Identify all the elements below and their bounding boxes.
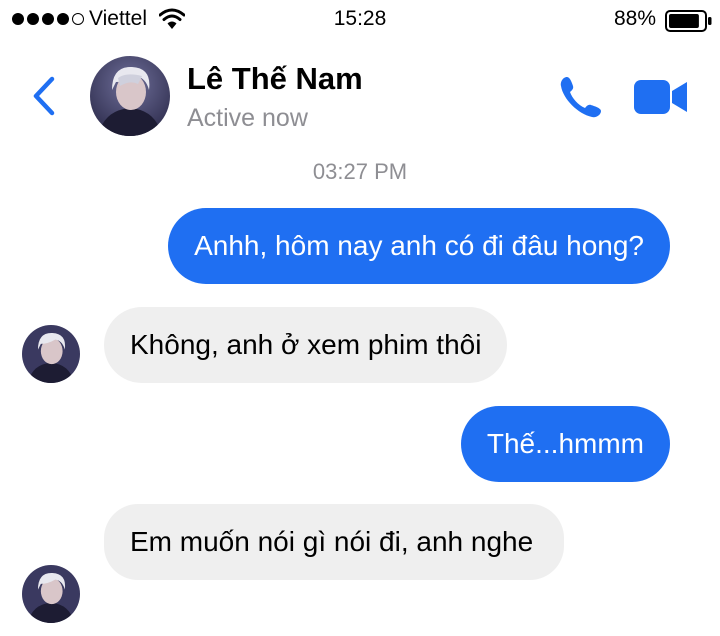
video-camera-icon[interactable] [633, 78, 689, 116]
outgoing-message-bubble[interactable]: Anhh, hôm nay anh có đi đâu hong? [168, 208, 670, 284]
phone-icon[interactable] [558, 74, 604, 120]
battery-icon [665, 10, 712, 32]
battery-percent: 88% [614, 7, 657, 30]
incoming-message-bubble[interactable]: Em muốn nói gì nói đi, anh nghe [104, 504, 564, 580]
sender-avatar [22, 325, 80, 383]
status-time: 15:28 [333, 7, 387, 30]
incoming-message-bubble[interactable]: Không, anh ở xem phim thôi [104, 307, 508, 383]
contact-avatar[interactable] [90, 56, 170, 136]
presence-status: Active now [187, 104, 308, 132]
message-timestamp: 03:27 PM [312, 159, 408, 184]
outgoing-message-bubble[interactable]: Thế...hmmm [460, 406, 670, 482]
chevron-left-icon[interactable] [30, 76, 58, 116]
sender-avatar [22, 565, 80, 623]
status-bar: Viettel 15:28 88% [0, 0, 720, 40]
contact-name[interactable]: Lê Thế Nam [187, 60, 363, 98]
